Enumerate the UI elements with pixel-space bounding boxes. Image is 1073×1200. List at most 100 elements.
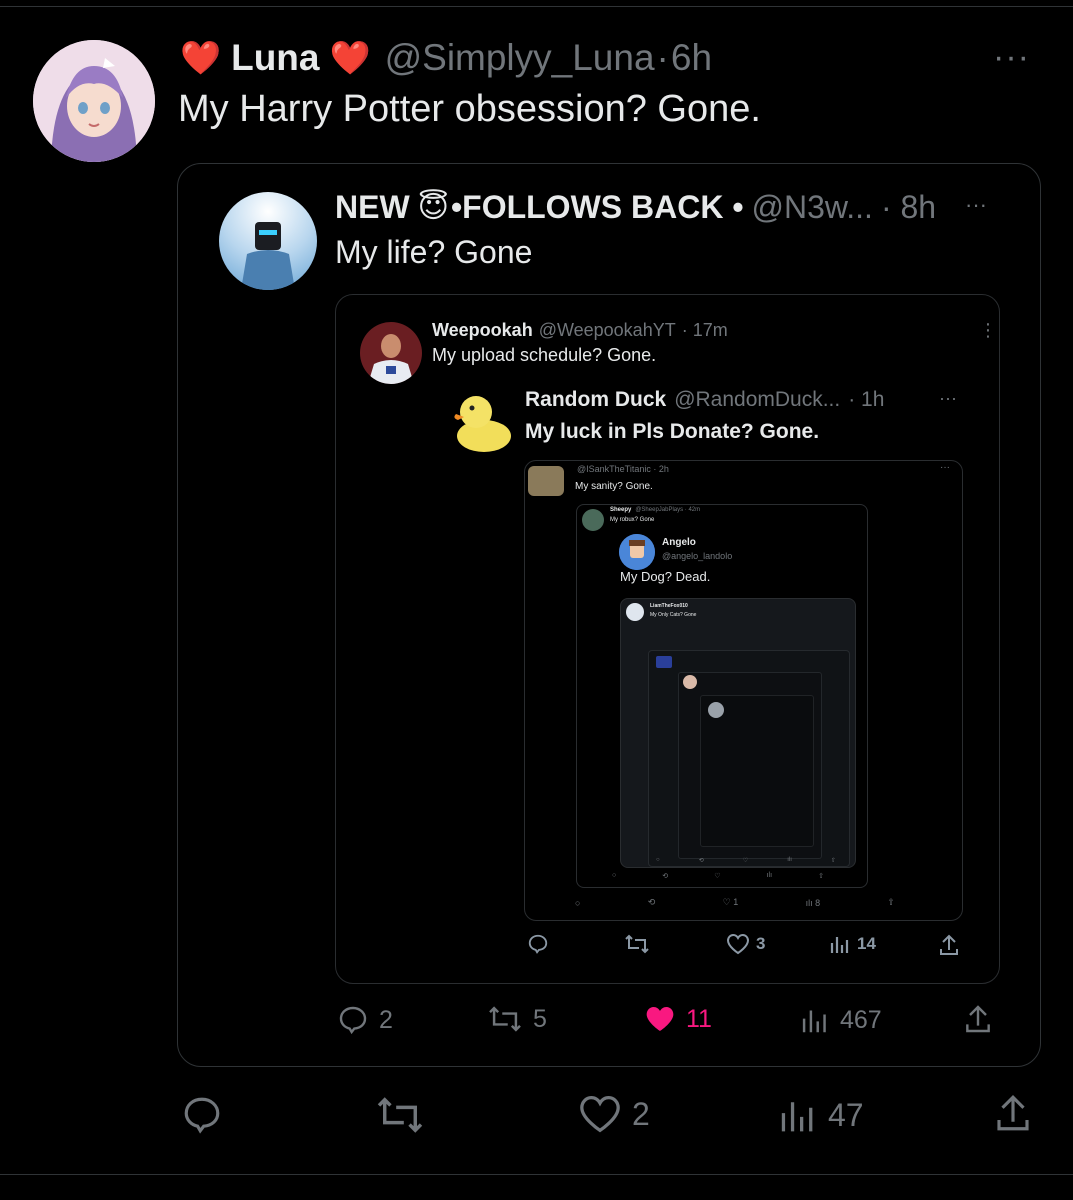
heart-icon bbox=[726, 933, 750, 955]
quote4-like-button[interactable]: ♡ 1 bbox=[723, 897, 739, 908]
quote3-header: Random Duck @RandomDuck... · 1h bbox=[525, 387, 884, 413]
quote6-text: My Dog? Dead. bbox=[620, 569, 711, 584]
quote3-share-button[interactable] bbox=[938, 933, 960, 957]
quote4-share-icon[interactable]: ⇧ bbox=[887, 897, 895, 908]
quote5-name[interactable]: Sheepy bbox=[610, 507, 631, 513]
quote3-name[interactable]: Random Duck bbox=[525, 388, 666, 412]
quote7-text: My Only Cats? Gone bbox=[650, 612, 697, 618]
weepookah-avatar[interactable] bbox=[360, 322, 422, 384]
quote3-more-icon[interactable]: ··· bbox=[939, 388, 957, 409]
quote2-header: Weepookah @WeepookahYT · 17m bbox=[432, 318, 728, 342]
share-icon bbox=[997, 1095, 1029, 1131]
quote1-handle[interactable]: @N3w... bbox=[752, 189, 873, 226]
quote3-views-count: 14 bbox=[857, 934, 876, 953]
quote7-like-icon[interactable]: ♡ bbox=[743, 857, 748, 864]
quote7-share-icon[interactable]: ⇧ bbox=[831, 857, 836, 864]
quote6-handle[interactable]: @angelo_landolo bbox=[662, 551, 732, 561]
quote6-name[interactable]: Angelo bbox=[662, 537, 696, 548]
quote1-reply-button[interactable]: 2 bbox=[337, 1004, 393, 1036]
quote4-views-button[interactable]: ılı 8 bbox=[806, 898, 821, 908]
author-name[interactable]: Luna bbox=[231, 37, 319, 79]
retweet-icon bbox=[377, 1097, 423, 1133]
retweet-button[interactable] bbox=[374, 1094, 436, 1136]
quote2-more-icon[interactable]: ⋮ bbox=[979, 320, 997, 341]
quote1-more-icon[interactable]: ··· bbox=[965, 192, 987, 218]
rubber-duck-avatar[interactable] bbox=[450, 386, 514, 454]
quote1-retweet-button[interactable]: 5 bbox=[487, 1004, 547, 1034]
author-handle[interactable]: @Simplyy_Luna bbox=[385, 37, 655, 79]
quote4-retweet-icon[interactable]: ⟲ bbox=[648, 897, 656, 908]
quote2-time[interactable]: · 17m bbox=[682, 320, 728, 341]
quote5-share-icon[interactable]: ⇧ bbox=[818, 872, 824, 880]
quote4-like-count: 1 bbox=[733, 897, 739, 907]
quote3-views-button[interactable]: 14 bbox=[829, 933, 876, 955]
quote4-reply-icon[interactable]: ○ bbox=[575, 898, 580, 908]
views-count: 47 bbox=[828, 1096, 864, 1133]
views-button[interactable]: 47 bbox=[778, 1094, 864, 1136]
quote1-name-prefix[interactable]: NEW bbox=[335, 189, 410, 226]
more-options-icon[interactable]: ··· bbox=[993, 38, 1030, 77]
quote4-handle[interactable]: @ISankTheTitanic · 2h bbox=[577, 464, 669, 474]
quote3-time[interactable]: · 1h bbox=[848, 388, 884, 412]
new-follows-avatar[interactable] bbox=[219, 192, 317, 290]
quote1-reply-count: 2 bbox=[379, 1005, 393, 1034]
quote3-like-count: 3 bbox=[756, 934, 766, 953]
share-icon bbox=[966, 1005, 990, 1033]
quote1-header: NEW 😇 •FOLLOWS BACK • @N3w... · 8h bbox=[335, 186, 936, 228]
views-icon bbox=[830, 937, 849, 953]
quote1-time[interactable]: · 8h bbox=[881, 189, 936, 226]
quote5-views-icon[interactable]: ılı bbox=[767, 872, 772, 880]
sheepy-avatar[interactable] bbox=[582, 509, 604, 531]
quote3-reply-button[interactable] bbox=[527, 933, 549, 955]
quote1-share-button[interactable] bbox=[963, 1003, 993, 1035]
quote5-actions: ○ ⟲ ♡ ılı ⇧ bbox=[612, 872, 824, 880]
titanic-avatar[interactable] bbox=[528, 466, 564, 496]
quote7-name[interactable]: LiamTheFox010 bbox=[650, 603, 688, 609]
quote4-more-icon[interactable]: ··· bbox=[940, 462, 950, 473]
quote3-like-button[interactable]: 3 bbox=[726, 933, 765, 955]
tweet-time[interactable]: 6h bbox=[671, 37, 712, 79]
quote5-handle[interactable]: @SheepJabPlays · 42m bbox=[635, 507, 700, 513]
quote3-text: My luck in Pls Donate? Gone. bbox=[525, 420, 820, 443]
views-icon bbox=[781, 1102, 813, 1132]
quote5-like-icon[interactable]: ♡ bbox=[714, 872, 720, 880]
share-button[interactable] bbox=[993, 1092, 1033, 1134]
quote4-views-count: 8 bbox=[815, 897, 821, 908]
quote1-views-button[interactable]: 467 bbox=[800, 1004, 882, 1036]
heart-filled-icon bbox=[646, 1007, 674, 1031]
quote3-retweet-button[interactable] bbox=[624, 933, 650, 955]
nested-avatar-2 bbox=[708, 702, 724, 718]
retweet-icon bbox=[489, 1006, 521, 1032]
tweet-header: ❤️ Luna ❤️ @Simplyy_Luna · 6h bbox=[180, 34, 712, 82]
quote2-name[interactable]: Weepookah bbox=[432, 320, 533, 341]
share-icon bbox=[940, 934, 958, 955]
like-button[interactable]: 2 bbox=[578, 1094, 650, 1134]
reply-icon bbox=[184, 1097, 220, 1134]
heart-icon bbox=[580, 1095, 620, 1133]
quote5-retweet-icon[interactable]: ⟲ bbox=[662, 872, 668, 880]
quote3-handle[interactable]: @RandomDuck... bbox=[674, 388, 840, 412]
angelo-avatar[interactable] bbox=[619, 534, 655, 570]
reply-icon bbox=[528, 934, 548, 954]
quote1-retweet-count: 5 bbox=[533, 1004, 547, 1033]
nested-avatar-1 bbox=[683, 675, 697, 689]
top-divider bbox=[0, 6, 1073, 7]
quote1-like-count: 11 bbox=[686, 1004, 712, 1033]
quote5-text: My robux? Gone bbox=[610, 517, 655, 523]
quote1-name-suffix[interactable]: •FOLLOWS BACK • bbox=[451, 189, 744, 226]
reply-button[interactable] bbox=[180, 1094, 234, 1136]
like-count: 2 bbox=[632, 1095, 650, 1132]
heart-emoji-left: ❤️ bbox=[180, 38, 222, 76]
quote1-like-button[interactable]: 11 bbox=[644, 1004, 712, 1034]
separator-dot: · bbox=[656, 37, 669, 78]
heart-emoji-right: ❤️ bbox=[329, 38, 371, 76]
quote2-handle[interactable]: @WeepookahYT bbox=[539, 320, 676, 341]
quote5-reply-icon[interactable]: ○ bbox=[612, 872, 616, 880]
quote7-views-icon[interactable]: ılı bbox=[787, 857, 792, 864]
liam-avatar[interactable] bbox=[626, 603, 644, 621]
quote1-text: My life? Gone bbox=[335, 234, 533, 270]
luna-avatar[interactable] bbox=[33, 40, 155, 162]
quote7-actions: ○ ⟲ ♡ ılı ⇧ bbox=[656, 857, 836, 864]
quote7-retweet-icon[interactable]: ⟲ bbox=[699, 857, 704, 864]
quote7-reply-icon[interactable]: ○ bbox=[656, 857, 660, 864]
